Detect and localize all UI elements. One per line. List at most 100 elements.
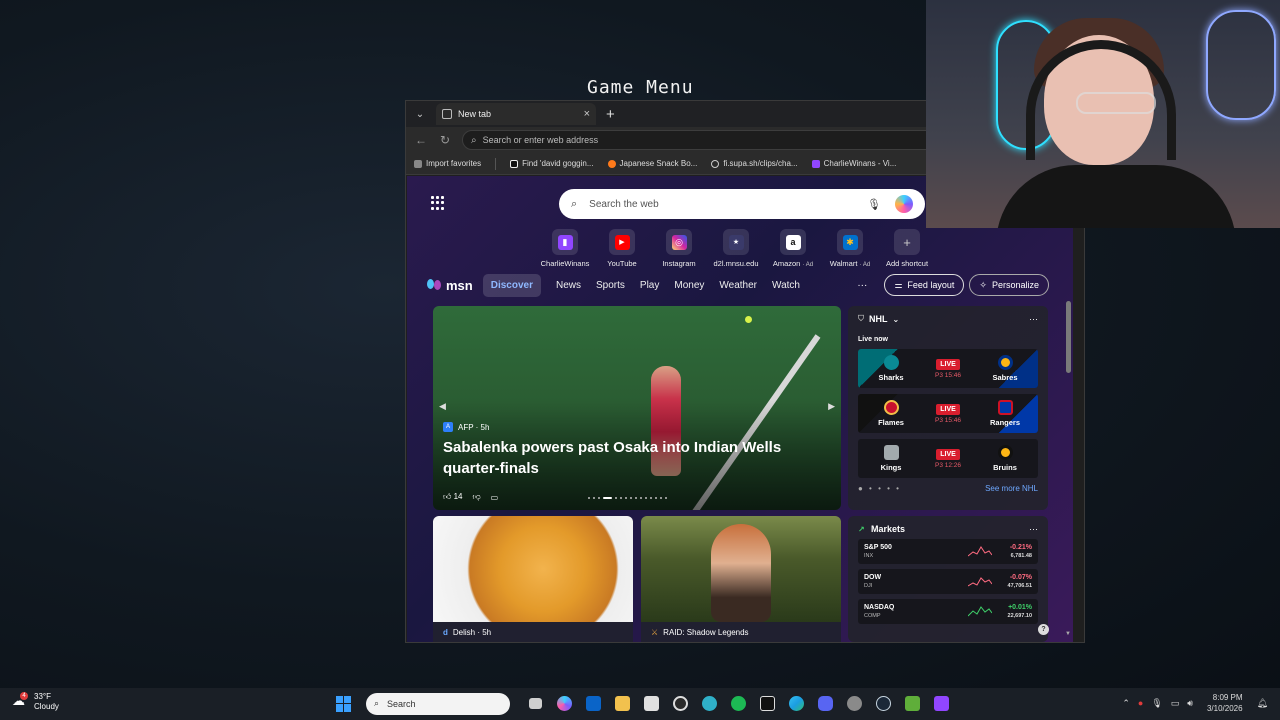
tab-discover[interactable]: Discover xyxy=(482,273,541,297)
bookmark-item[interactable]: Find 'david goggin... xyxy=(510,159,594,168)
new-tab-button[interactable]: + xyxy=(606,106,615,123)
page-scrollbar[interactable] xyxy=(1066,301,1071,373)
scroll-down-icon[interactable]: ▼ xyxy=(1065,631,1071,637)
more-options-icon[interactable]: ··· xyxy=(857,280,867,291)
system-tray: ⌃ ● 🎙︎ ▭ 🔊︎ 8:09 PM 3/10/2026 🔔︎ xyxy=(1122,692,1268,714)
story-card-raid[interactable]: ⚔ RAID: Shadow Legends xyxy=(641,516,841,642)
market-value: +0.01% 22,697.10 xyxy=(1007,603,1032,619)
feed-layout-button[interactable]: ⚌ Feed layout xyxy=(884,274,965,296)
personalize-button[interactable]: ✧ Personalize xyxy=(969,274,1049,296)
tab-news[interactable]: News xyxy=(556,280,581,291)
bookmark-item[interactable]: fi.supa.sh/clips/cha... xyxy=(711,159,798,168)
shortcut-amazon[interactable]: a Amazon · Ad xyxy=(770,229,816,268)
nhl-header: ⛉ NHL ⌄ ··· xyxy=(858,314,1038,324)
nhl-widget: ⛉ NHL ⌄ ··· Live now Sharks LIVE P3 15:4… xyxy=(848,306,1048,510)
hero-story[interactable]: ◀ ▶ A AFP · 5h Sabalenka powers past Osa… xyxy=(433,306,841,510)
capcut-icon[interactable] xyxy=(756,692,779,715)
microphone-icon[interactable]: 🎙︎ xyxy=(1151,698,1162,709)
game-row[interactable]: Sharks LIVE P3 15:46 Sabres xyxy=(858,349,1038,388)
search-icon: ⌕ xyxy=(374,698,380,708)
tab-money[interactable]: Money xyxy=(674,280,704,291)
start-button[interactable] xyxy=(336,695,352,712)
more-options-icon[interactable]: ··· xyxy=(1029,524,1038,534)
tab-sports[interactable]: Sports xyxy=(596,280,625,291)
dislike-icon[interactable]: 👎︎ xyxy=(473,492,481,502)
see-more-nhl-link[interactable]: See more NHL xyxy=(985,484,1038,493)
story-card-delish[interactable]: d Delish · 5h xyxy=(433,516,633,642)
chevron-down-icon[interactable]: ⌄ xyxy=(893,315,900,324)
game-row[interactable]: Flames LIVE P3 15:46 Rangers xyxy=(858,394,1038,433)
add-shortcut-button[interactable]: + Add shortcut xyxy=(884,229,930,268)
microphone-icon[interactable]: 🎙︎ xyxy=(867,198,881,211)
shortcut-label: CharlieWinans xyxy=(540,259,590,268)
like-button[interactable]: 👍︎ 14 xyxy=(443,492,463,502)
file-explorer-icon[interactable] xyxy=(611,692,634,715)
tab-actions-icon[interactable]: ⌄ xyxy=(412,106,428,122)
network-icon[interactable]: ▭ xyxy=(1171,698,1180,709)
edge-dev-icon[interactable] xyxy=(698,692,721,715)
tab-new-tab[interactable]: New tab × xyxy=(436,103,596,125)
outlook-icon[interactable] xyxy=(582,692,605,715)
shortcut-label: Amazon · Ad xyxy=(772,259,814,268)
nhl-logo-icon: ⛉ xyxy=(858,314,864,323)
tab-weather[interactable]: Weather xyxy=(719,280,757,291)
steam-icon[interactable] xyxy=(872,692,895,715)
markets-title[interactable]: Markets xyxy=(871,524,905,534)
rangers-logo-icon xyxy=(997,400,1013,415)
close-tab-icon[interactable]: × xyxy=(584,108,590,120)
notification-bell-icon[interactable]: 🔔︎ xyxy=(1257,698,1268,709)
shortcut-instagram[interactable]: ◎ Instagram xyxy=(656,229,702,268)
shortcut-d2l[interactable]: ★ d2l.mnsu.edu xyxy=(713,229,759,268)
shortcut-charliewinans[interactable]: ▮ CharlieWinans xyxy=(540,229,590,268)
apps-grid-icon[interactable] xyxy=(431,196,445,210)
team-name: Rangers xyxy=(989,418,1020,427)
minecraft-icon[interactable] xyxy=(901,692,924,715)
web-search-box[interactable]: ⌕ Search the web 🎙︎ xyxy=(559,189,925,219)
taskbar-search[interactable]: ⌕ Search xyxy=(366,692,510,715)
tab-watch[interactable]: Watch xyxy=(772,280,800,291)
bookmark-import-favorites[interactable]: Import favorites xyxy=(414,159,481,168)
carousel-next-icon[interactable]: ▶ xyxy=(828,401,835,412)
copilot-icon[interactable] xyxy=(895,195,913,213)
back-icon[interactable]: ← xyxy=(414,133,428,147)
edge-icon[interactable] xyxy=(785,692,808,715)
tab-play[interactable]: Play xyxy=(640,280,659,291)
hero-title[interactable]: Sabalenka powers past Osaka into Indian … xyxy=(443,437,823,479)
comment-icon[interactable]: ▭ xyxy=(491,493,499,502)
discord-icon[interactable] xyxy=(814,692,837,715)
help-icon[interactable]: ? xyxy=(1038,624,1049,635)
market-row[interactable]: DOW DJI -0.07% 47,706.51 xyxy=(858,569,1038,594)
bookmark-label: CharlieWinans - Vi... xyxy=(823,159,897,168)
refresh-icon[interactable]: ↻ xyxy=(438,133,452,147)
shortcut-youtube[interactable]: ▶ YouTube xyxy=(599,229,645,268)
weather-widget[interactable]: ☁ 4 33°F Cloudy xyxy=(12,692,59,712)
msn-logo[interactable]: msn xyxy=(427,278,473,293)
page-dots[interactable]: ● • • • • xyxy=(858,484,901,493)
task-view-icon[interactable] xyxy=(524,692,547,715)
bookmark-item[interactable]: Japanese Snack Bo... xyxy=(607,159,698,168)
chevron-up-icon[interactable]: ⌃ xyxy=(1122,698,1130,709)
import-icon xyxy=(414,159,422,168)
carousel-dots[interactable] xyxy=(588,497,667,499)
store-icon[interactable] xyxy=(640,692,663,715)
shrimp-dish-image xyxy=(433,516,633,622)
settings-icon[interactable] xyxy=(843,692,866,715)
nhl-title[interactable]: NHL xyxy=(869,314,888,324)
more-options-icon[interactable]: ··· xyxy=(1029,314,1038,324)
clock[interactable]: 8:09 PM 3/10/2026 xyxy=(1207,692,1243,714)
game-period: P3 15:46 xyxy=(934,371,962,379)
copilot-icon[interactable] xyxy=(553,692,576,715)
obs-icon[interactable] xyxy=(669,692,692,715)
volume-icon[interactable]: 🔊︎ xyxy=(1187,698,1193,709)
carousel-prev-icon[interactable]: ◀ xyxy=(439,401,446,412)
game-row[interactable]: Kings LIVE P3 12:26 Bruins xyxy=(858,439,1038,478)
bookmark-item[interactable]: CharlieWinans - Vi... xyxy=(811,159,897,168)
twitch-icon[interactable] xyxy=(930,692,953,715)
spotify-icon[interactable] xyxy=(727,692,750,715)
market-row[interactable]: S&P 500 INX -0.21% 6,781.48 xyxy=(858,539,1038,564)
shortcut-walmart[interactable]: ✱ Walmart · Ad xyxy=(827,229,873,268)
shortcut-label: YouTube xyxy=(607,259,637,268)
market-row[interactable]: NASDAQ COMP +0.01% 22,697.10 xyxy=(858,599,1038,624)
bookmark-label: Japanese Snack Bo... xyxy=(619,159,698,168)
app-tray-icon[interactable]: ● xyxy=(1138,698,1143,708)
